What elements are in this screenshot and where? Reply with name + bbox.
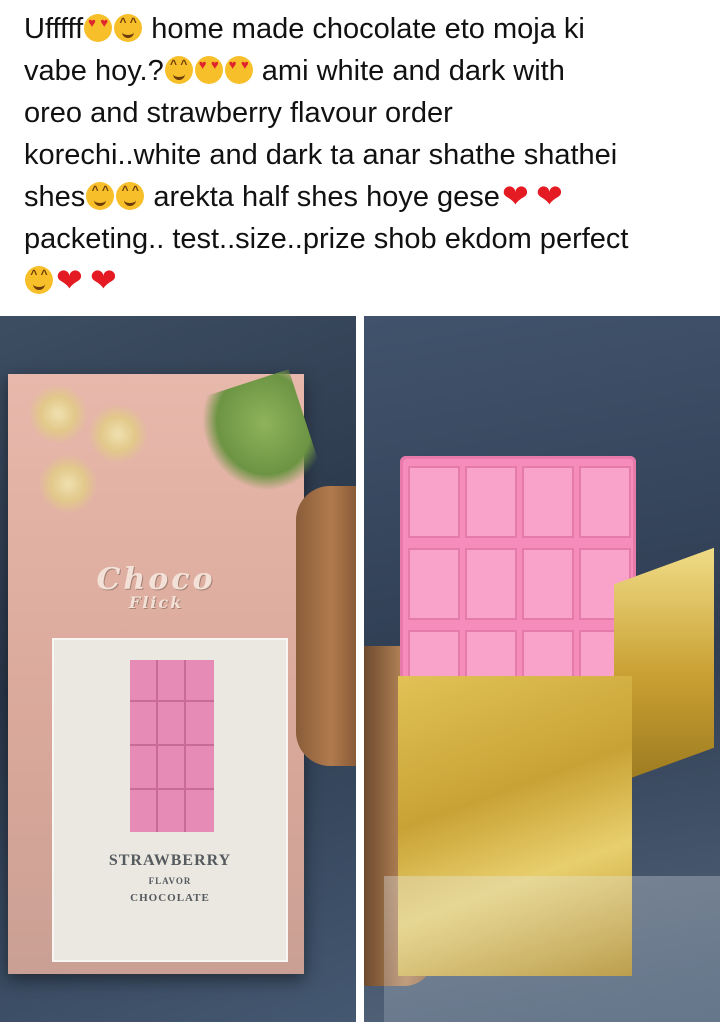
bar-segment [408,466,460,538]
post-text-segment: korechi..white and dark ta anar shathe s… [24,139,618,171]
post-text-segment: home made chocolate eto moja ki [143,13,585,45]
flower-illustration [38,454,98,514]
post-text-segment: vabe hoy.? [24,55,164,87]
brand-name: Choco [96,562,216,597]
post-line: oreo and strawberry flavour order [24,92,704,134]
flower-illustration [88,404,148,464]
bar-segment [579,466,631,538]
bar-segment [465,548,517,620]
heart-eyes-icon [84,14,113,42]
smile-icon [116,182,145,210]
post-text-segment: Ufffff [24,13,84,45]
heart-icon [501,182,533,210]
box-label-panel: STRAWBERRY FLAVOR CHOCOLATE [52,638,288,962]
flavor-name: STRAWBERRY [108,852,232,869]
product-type: CHOCOLATE [130,892,210,904]
post-line: packeting.. test..size..prize shob ekdom… [24,218,704,260]
bar-illustration [130,660,214,832]
post-text-segment: shes [24,181,86,213]
bar-segment [465,466,517,538]
heart-icon [55,266,87,294]
flavor-word: FLAVOR [148,876,192,886]
smile-icon [25,266,53,294]
heart-icon [535,182,567,210]
smile-icon [164,56,193,84]
post-line: korechi..white and dark ta anar shathe s… [24,134,704,176]
flavor-label: STRAWBERRY FLAVOR CHOCOLATE [54,852,286,904]
plastic-wrap [384,876,720,1022]
chocolate-box: Choco Flick STRAWBERRY FLAVOR CHOCOLATE [8,369,323,974]
post-line [24,260,704,302]
hand [296,486,356,766]
post-line: vabe hoy.? ami white and dark with [24,50,704,92]
post-text: Ufffff home made chocolate eto moja kiva… [24,8,704,302]
post-text-segment: ami white and dark with [253,55,565,87]
heart-icon [89,266,121,294]
post-text-segment: oreo and strawberry flavour order [24,97,453,129]
post-text-segment: packeting.. test..size..prize shob ekdom… [24,223,629,255]
post-line: Ufffff home made chocolate eto moja ki [24,8,704,50]
bar-segment [522,548,574,620]
brand-logo: Choco Flick [8,562,304,612]
post-line: shes arekta half shes hoye gese [24,176,704,218]
photo-chocolate-bar[interactable] [364,316,720,1022]
flower-illustration [28,384,88,444]
leaf-illustration [193,369,323,505]
smile-icon [114,14,143,42]
bar-segment [408,548,460,620]
heart-eyes-icon [194,56,223,84]
heart-eyes-icon [224,56,253,84]
bar-segment [522,466,574,538]
smile-icon [86,182,115,210]
post-text-segment: arekta half shes hoye gese [145,181,500,213]
photo-collage: Choco Flick STRAWBERRY FLAVOR CHOCOLATE [0,316,720,1022]
photo-chocolate-box[interactable]: Choco Flick STRAWBERRY FLAVOR CHOCOLATE [0,316,356,1022]
brand-subname: Flick [128,593,184,612]
